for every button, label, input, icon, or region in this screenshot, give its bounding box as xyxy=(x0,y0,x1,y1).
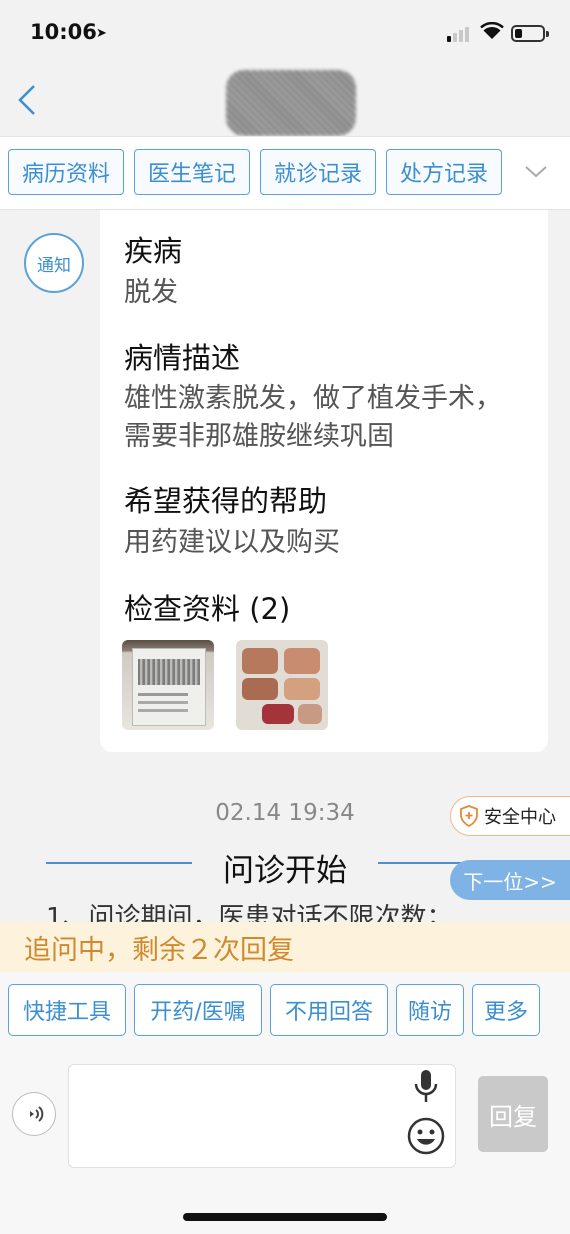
followup-status-banner: 追问中，剩余２次回复 xyxy=(0,922,570,972)
help-title: 希望获得的帮助 xyxy=(124,484,328,518)
emoji-icon[interactable] xyxy=(406,1116,446,1156)
help-value: 用药建议以及购买 xyxy=(124,527,340,558)
exam-title: 检查资料 (2) xyxy=(124,592,291,626)
home-indicator xyxy=(183,1213,387,1221)
microphone-icon[interactable] xyxy=(412,1068,440,1108)
safety-center-label: 安全中心 xyxy=(484,807,556,828)
chevron-left-icon[interactable] xyxy=(12,80,48,120)
next-patient-button[interactable]: 下一位>> xyxy=(450,860,570,900)
reply-button[interactable]: 回复 xyxy=(478,1076,548,1152)
status-time: 10:06 xyxy=(30,20,97,44)
rule-item: 1、问诊期间，医患对话不限次数； xyxy=(46,903,453,922)
disease-title: 疾病 xyxy=(124,234,183,268)
battery-icon xyxy=(511,25,549,42)
voice-wave-icon xyxy=(30,1106,44,1122)
no-reply-needed-button[interactable]: 不用回答 xyxy=(270,984,388,1036)
follow-up-button[interactable]: 随访 xyxy=(396,984,464,1036)
voice-toggle-button[interactable] xyxy=(12,1092,56,1136)
exam-image-thumbnail[interactable] xyxy=(122,640,214,730)
tab-visit-records[interactable]: 就诊记录 xyxy=(260,149,376,195)
tab-prescription-records[interactable]: 处方记录 xyxy=(386,149,502,195)
tab-medical-records[interactable]: 病历资料 xyxy=(8,149,124,195)
nav-bar xyxy=(0,66,570,136)
location-arrow-icon: ➤ xyxy=(96,26,107,41)
description-value: 雄性激素脱发，做了植发手术，需要非那雄胺继续巩固 xyxy=(124,383,502,452)
wifi-icon xyxy=(480,22,504,39)
exam-image-thumbnail[interactable] xyxy=(236,640,328,730)
consultation-rules-text: 1、问诊期间，医患对话不限次数； xyxy=(46,900,566,922)
page-title-obscured xyxy=(226,70,356,136)
safety-center-button[interactable]: 安全中心 xyxy=(450,796,570,836)
record-tabs: 病历资料 医生笔记 就诊记录 处方记录 xyxy=(0,136,570,210)
quick-tools-button[interactable]: 快捷工具 xyxy=(8,984,126,1036)
status-bar: 10:06 ➤ xyxy=(0,0,570,66)
chevron-down-icon[interactable] xyxy=(522,162,550,182)
notice-badge: 通知 xyxy=(24,233,84,293)
shield-icon xyxy=(460,805,478,827)
consultation-card: 疾病 脱发 病情描述 雄性激素脱发，做了植发手术，需要非那雄胺继续巩固 希望获得… xyxy=(100,210,548,752)
more-button[interactable]: 更多 xyxy=(472,984,540,1036)
tab-doctor-notes[interactable]: 医生笔记 xyxy=(134,149,250,195)
prescribe-advice-button[interactable]: 开药/医嘱 xyxy=(134,984,262,1036)
compose-area: 快捷工具 开药/医嘱 不用回答 随访 更多 回复 xyxy=(0,972,570,1234)
cellular-signal-icon xyxy=(447,27,469,42)
disease-value: 脱发 xyxy=(124,277,178,308)
description-title: 病情描述 xyxy=(124,341,241,375)
message-input[interactable] xyxy=(68,1064,456,1168)
